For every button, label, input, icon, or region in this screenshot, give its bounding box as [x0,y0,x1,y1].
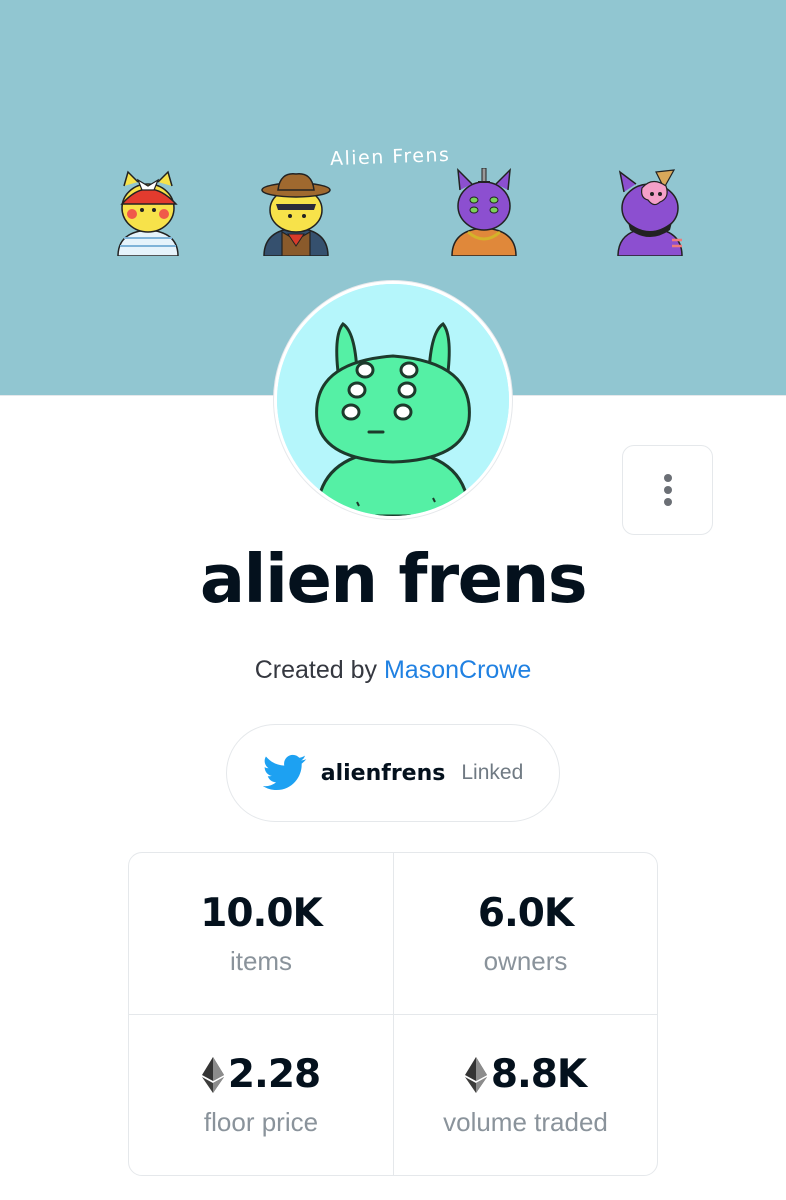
ethereum-icon [464,1056,487,1093]
creator-link[interactable]: MasonCrowe [384,656,531,684]
stat-floor-price-label: floor price [203,1107,319,1137]
stat-items-value: 10.0K [200,890,322,936]
nft-thumbnail-ice-cream [617,169,683,256]
twitter-bird-icon [262,754,307,791]
stat-items-label: items [229,945,293,976]
stat-items[interactable]: 10.0K items [129,853,393,1014]
green-alien-avatar-icon [277,284,509,516]
stat-floor-price-value: 2.28 [227,1052,321,1097]
twitter-linked-status: Linked [461,761,524,784]
ethereum-icon [201,1056,224,1093]
stat-volume-traded-value: 8.8K [490,1052,587,1097]
created-by-label: Created by [254,656,378,684]
stat-owners[interactable]: 6.0K owners [393,853,657,1014]
nft-thumbnail-cowboy [261,173,331,256]
nft-thumbnail-red-cap [117,170,179,256]
twitter-handle: alienfrens [320,760,446,786]
more-options-button[interactable] [622,445,713,535]
collection-stats: 10.0K items 6.0K owners 2.28 floor price [128,852,658,1176]
banner-title: Alien Frens [329,143,451,171]
nft-thumbnail-gold-chain [451,168,517,256]
more-vertical-icon [663,474,672,506]
collection-title: alien frens [199,540,588,618]
stat-owners-label: owners [483,945,568,976]
stat-volume-traded[interactable]: 8.8K volume traded [393,1014,657,1175]
stat-owners-value: 6.0K [477,890,574,936]
collection-avatar [274,281,512,519]
stat-floor-price[interactable]: 2.28 floor price [129,1014,393,1175]
created-by-line: Created by MasonCrowe [0,656,786,685]
twitter-link-pill[interactable]: alienfrens Linked [226,724,560,822]
stat-volume-traded-label: volume traded [443,1107,608,1137]
